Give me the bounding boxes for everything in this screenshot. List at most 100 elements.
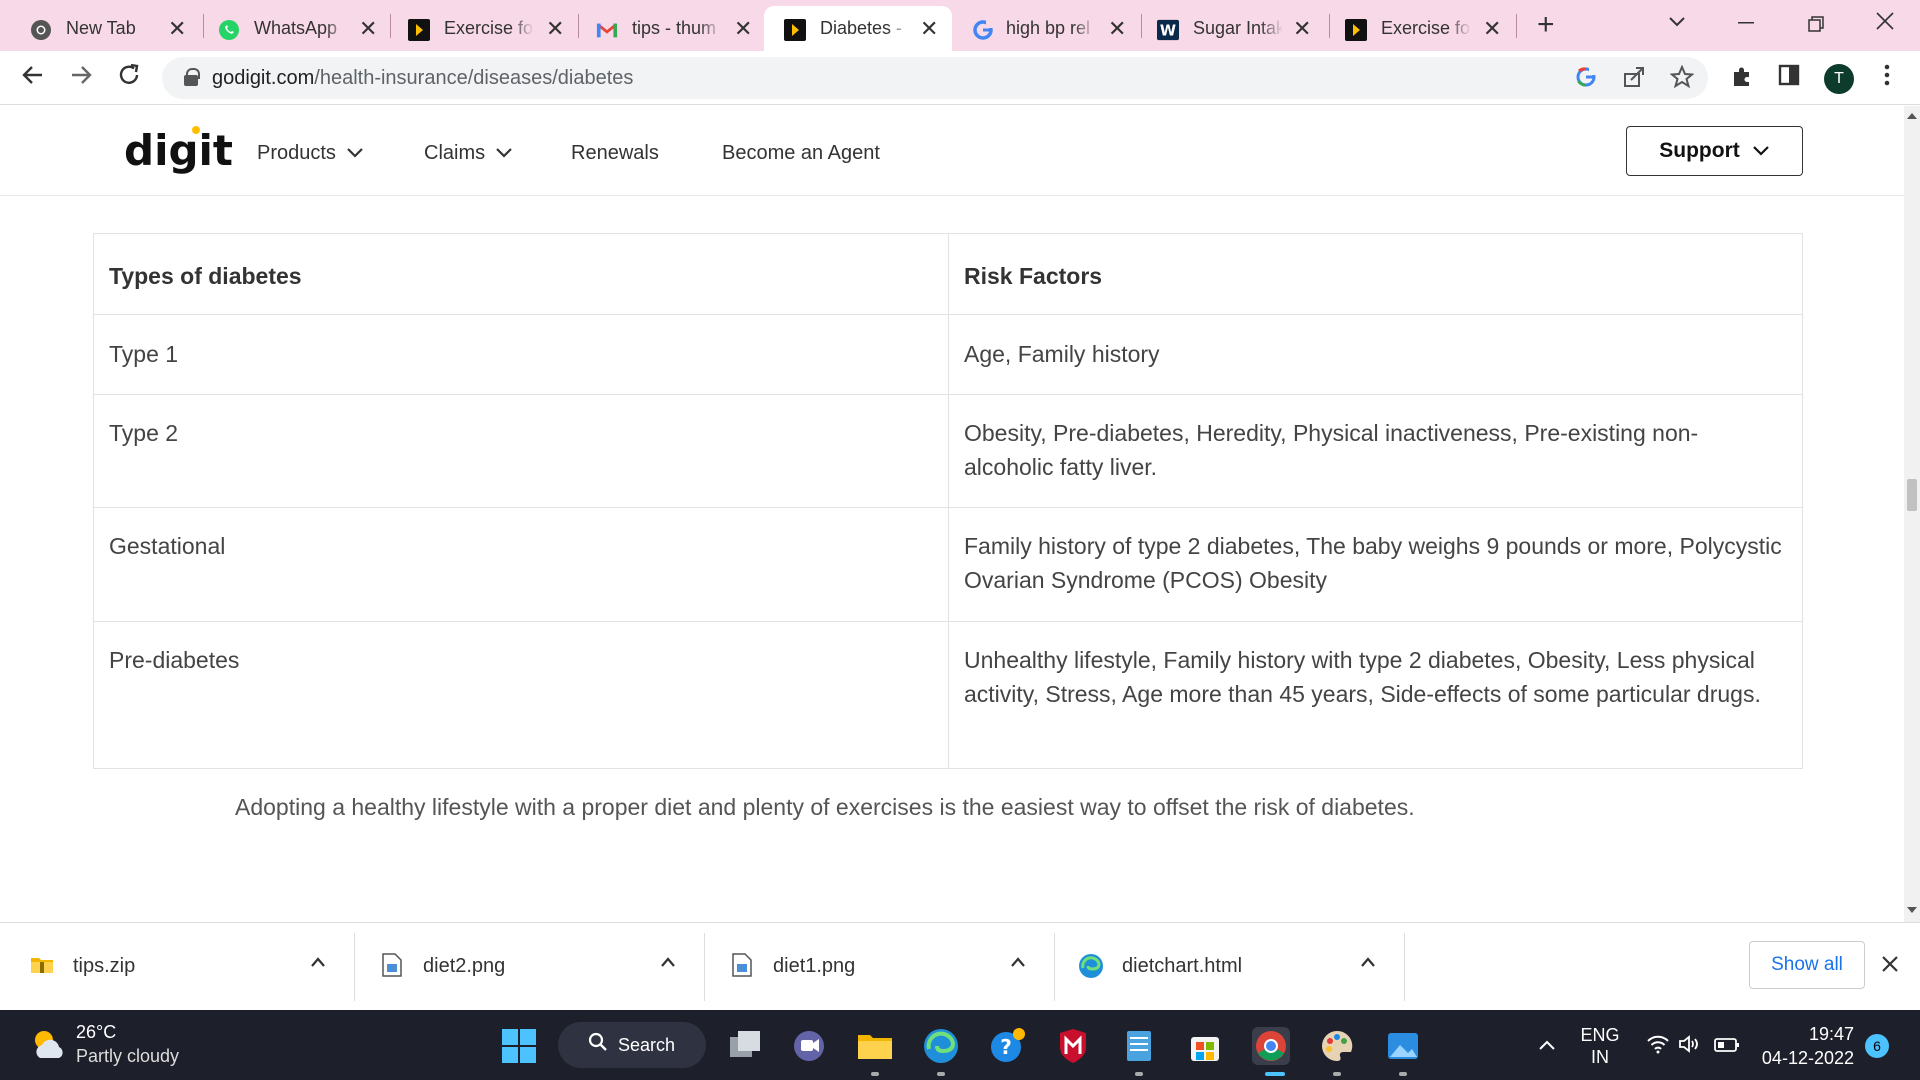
task-view-icon[interactable]	[726, 1027, 764, 1065]
tab-close-icon[interactable]: ✕	[1293, 16, 1311, 42]
photos-icon[interactable]	[1384, 1027, 1422, 1065]
microsoft-store-icon[interactable]	[1186, 1027, 1224, 1065]
google-lens-icon[interactable]	[1574, 65, 1598, 95]
restore-icon[interactable]	[1808, 12, 1824, 38]
notepad-icon[interactable]	[1120, 1027, 1158, 1065]
support-button[interactable]: Support	[1626, 126, 1803, 176]
diabetes-type-cell: Type 1	[93, 314, 949, 395]
language-code: ENG	[1580, 1025, 1620, 1045]
tab-whatsapp[interactable]: WhatsApp ✕	[188, 6, 378, 51]
digit-logo[interactable]: digit	[124, 126, 233, 175]
tab-close-icon[interactable]: ✕	[1483, 16, 1501, 42]
notification-count-badge[interactable]: 6	[1865, 1034, 1889, 1058]
scroll-up-icon[interactable]	[1907, 112, 1917, 123]
share-icon[interactable]	[1622, 65, 1646, 95]
whatsapp-icon	[218, 19, 240, 41]
lock-icon[interactable]	[184, 68, 200, 86]
edge-browser-icon[interactable]	[922, 1027, 960, 1065]
paint-icon[interactable]	[1318, 1027, 1356, 1065]
nav-products[interactable]: Products	[257, 142, 364, 165]
scroll-down-icon[interactable]	[1907, 906, 1917, 917]
minimize-icon[interactable]	[1738, 10, 1754, 36]
taskbar-search[interactable]: Search	[558, 1022, 706, 1068]
download-item[interactable]: diet2.png	[354, 923, 704, 1011]
weather-partly-cloudy-icon[interactable]	[28, 1024, 68, 1064]
weather-condition[interactable]: Partly cloudy	[76, 1046, 179, 1067]
menu-kebab-icon[interactable]	[1884, 64, 1890, 92]
digit-icon	[408, 19, 430, 41]
reload-icon[interactable]	[116, 62, 142, 95]
forward-icon[interactable]	[68, 62, 94, 95]
chevron-up-icon[interactable]	[310, 951, 326, 974]
weather-temperature[interactable]: 26°C	[76, 1022, 116, 1043]
tab-high-bp[interactable]: high bp rel ✕	[952, 6, 1140, 51]
tab-diabetes[interactable]: Diabetes - ✕	[764, 6, 952, 51]
tab-search-icon[interactable]	[1668, 8, 1686, 34]
side-panel-icon[interactable]	[1778, 64, 1800, 92]
system-clock[interactable]: 19:47 04-12-2022	[1752, 1022, 1854, 1070]
diabetes-type-cell: Gestational	[93, 507, 949, 622]
profile-avatar[interactable]: T	[1824, 64, 1854, 94]
download-shelf: tips.zip diet2.png diet1.png dietchart.h…	[0, 922, 1920, 1010]
new-tab-button[interactable]: +	[1537, 8, 1555, 42]
edge-icon	[1078, 953, 1103, 978]
show-hidden-icons-chevron[interactable]	[1538, 1034, 1556, 1056]
close-window-icon[interactable]	[1876, 10, 1894, 36]
volume-icon[interactable]	[1678, 1034, 1702, 1059]
nav-renewals[interactable]: Renewals	[571, 142, 659, 165]
chevron-up-icon[interactable]	[1010, 951, 1026, 974]
clock-date: 04-12-2022	[1761, 1048, 1854, 1068]
download-filename: diet1.png	[773, 955, 856, 977]
tab-exercise-1[interactable]: Exercise for ✕	[378, 6, 566, 51]
tab-divider	[1516, 14, 1517, 38]
windows-start-icon[interactable]	[500, 1027, 538, 1065]
download-filename: diet2.png	[423, 955, 506, 977]
tab-gmail[interactable]: tips - thum ✕	[566, 6, 754, 51]
region-code: IN	[1591, 1047, 1609, 1067]
get-help-icon[interactable]: ?	[988, 1027, 1026, 1065]
scrollbar-thumb[interactable]	[1907, 479, 1917, 511]
tab-close-icon[interactable]: ✕	[734, 16, 752, 42]
tab-close-icon[interactable]: ✕	[546, 16, 564, 42]
tab-close-icon[interactable]: ✕	[359, 16, 377, 42]
page-scrollbar[interactable]	[1904, 106, 1920, 922]
teams-chat-icon[interactable]	[790, 1027, 828, 1065]
svg-text:W: W	[1160, 23, 1176, 40]
back-icon[interactable]	[20, 62, 46, 95]
wifi-icon[interactable]	[1646, 1034, 1670, 1059]
url-text[interactable]: godigit.com/health-insurance/diseases/di…	[212, 67, 633, 90]
download-item[interactable]: tips.zip	[0, 923, 354, 1011]
battery-icon[interactable]	[1714, 1036, 1740, 1058]
browser-toolbar: godigit.com/health-insurance/diseases/di…	[0, 51, 1920, 105]
tab-close-icon[interactable]: ✕	[168, 16, 186, 42]
tab-title: Exercise for	[1381, 18, 1471, 38]
chevron-up-icon[interactable]	[660, 951, 676, 974]
image-file-icon	[382, 953, 406, 977]
chevron-down-icon	[346, 148, 363, 158]
address-bar[interactable]: godigit.com/health-insurance/diseases/di…	[162, 57, 1708, 99]
tab-exercise-2[interactable]: Exercise for ✕	[1329, 6, 1517, 51]
show-all-downloads-button[interactable]: Show all	[1749, 941, 1865, 989]
mcafee-icon[interactable]	[1054, 1027, 1092, 1065]
close-shelf-icon[interactable]	[1882, 951, 1898, 979]
table-header-row: Types of diabetes Risk Factors	[93, 233, 1803, 315]
tab-new-tab[interactable]: New Tab ✕	[0, 6, 190, 51]
search-icon	[588, 1032, 608, 1058]
download-filename: dietchart.html	[1122, 955, 1243, 977]
download-item[interactable]: dietchart.html	[1054, 923, 1404, 1011]
tab-close-icon[interactable]: ✕	[920, 16, 938, 42]
zip-file-icon	[30, 953, 54, 977]
nav-label: Products	[257, 142, 336, 164]
nav-claims[interactable]: Claims	[424, 142, 513, 165]
nav-become-agent[interactable]: Become an Agent	[722, 142, 880, 165]
tab-close-icon[interactable]: ✕	[1108, 16, 1126, 42]
extensions-icon[interactable]	[1730, 64, 1754, 94]
download-item[interactable]: diet1.png	[704, 923, 1054, 1011]
tab-sugar-intake[interactable]: W Sugar Intak ✕	[1141, 6, 1329, 51]
file-explorer-icon[interactable]	[856, 1027, 894, 1065]
image-file-icon	[732, 953, 756, 977]
chrome-taskbar-icon[interactable]	[1252, 1027, 1290, 1065]
chevron-up-icon[interactable]	[1360, 951, 1376, 974]
input-language-indicator[interactable]: ENG IN	[1580, 1024, 1620, 1068]
bookmark-star-icon[interactable]	[1669, 64, 1695, 95]
